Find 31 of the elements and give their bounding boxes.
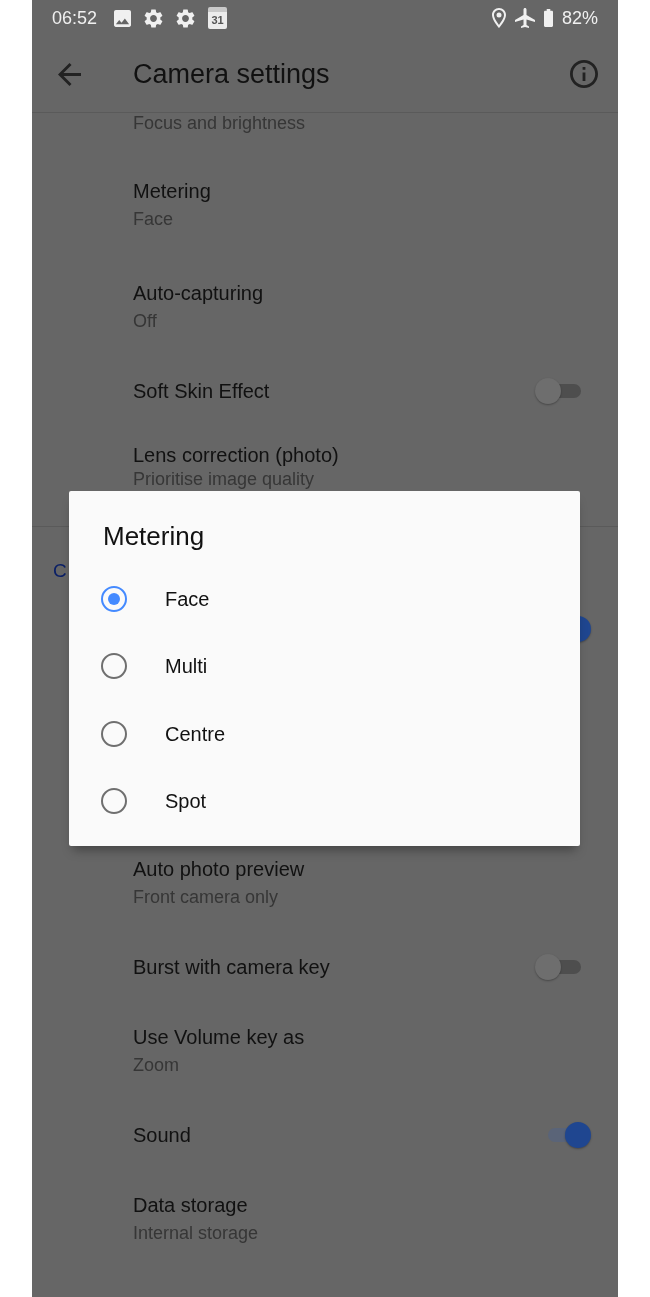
setting-title[interactable]: Soft Skin Effect [133,377,270,405]
location-pin-icon [491,8,506,28]
radio-button[interactable] [101,720,127,747]
clock-time: 06:52 [52,7,98,29]
airplane-icon [514,8,535,28]
image-icon [114,9,132,27]
setting-title[interactable]: Burst with camera key [133,953,330,981]
battery-icon [543,9,553,27]
info-icon[interactable] [570,60,598,88]
setting-title[interactable]: Data storage [133,1191,248,1219]
radio-button[interactable] [101,653,127,680]
option-label[interactable]: Multi [165,652,208,681]
option-label[interactable]: Face [165,584,210,613]
setting-title[interactable]: Use Volume key as [133,1023,305,1051]
setting-title[interactable]: Metering [133,177,211,205]
setting-title[interactable]: Auto-capturing [133,279,264,307]
option-label[interactable]: Spot [165,787,207,816]
dialog-title: Metering [103,520,205,553]
radio-button[interactable] [101,788,127,815]
calendar-icon: 31 [208,7,228,29]
section-header: C [53,559,67,583]
page-title: Camera settings [133,58,330,91]
option-label[interactable]: Centre [165,719,226,748]
radio-button[interactable] [101,585,127,612]
back-arrow-icon[interactable] [58,62,81,86]
gear-icon [144,8,164,28]
battery-level: 82% [561,7,598,29]
setting-title[interactable]: Sound [133,1121,191,1149]
setting-title[interactable]: Lens correction (photo) [133,441,339,469]
gear-icon [176,8,196,28]
setting-title[interactable]: Auto photo preview [133,855,305,883]
